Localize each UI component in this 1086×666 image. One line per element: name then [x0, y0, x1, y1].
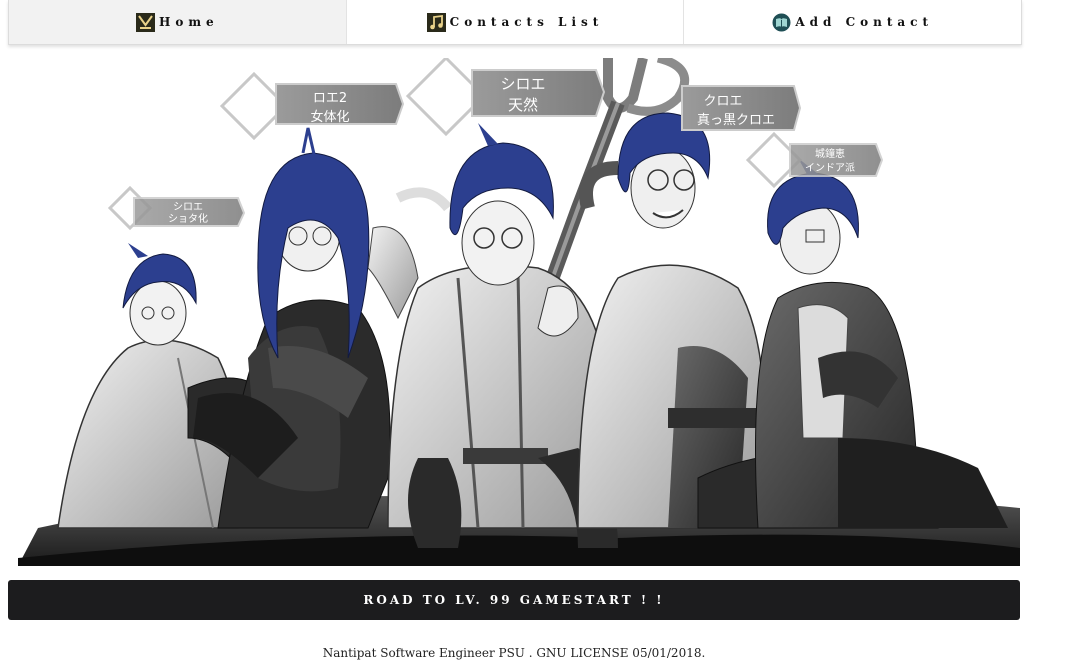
tag-1-line1: シロエ: [173, 202, 203, 213]
hero-illustration: シロエ ショタ化 ロエ2 女体化 シロエ 天然 クロエ 真っ黒クロエ 城鐘恵 イ…: [18, 58, 1020, 566]
nav-add-contact-label: Add Contact: [795, 15, 934, 29]
tag-2-line1: ロエ2: [313, 91, 347, 106]
tag-3-line2: 天然: [508, 96, 538, 114]
game-start-label: ROAD TO LV. 99 GAMESTART ! !: [363, 593, 665, 607]
footer-text: Nantipat Software Engineer PSU . GNU LIC…: [322, 646, 706, 660]
game-start-button[interactable]: ROAD TO LV. 99 GAMESTART ! !: [8, 580, 1020, 620]
nav-contacts-list-label: Contacts List: [449, 15, 604, 29]
tag-2-line2: 女体化: [310, 109, 349, 125]
guild-crest-icon: [135, 12, 155, 32]
music-note-icon: [426, 12, 446, 32]
character-tag-4: クロエ 真っ黒クロエ: [681, 85, 802, 131]
tag-4-line1: クロエ: [703, 94, 742, 109]
nav-contacts-list[interactable]: Contacts List: [347, 0, 685, 44]
top-nav: Home Contacts List Add Contact: [8, 0, 1022, 45]
tag-5-line2: インドア派: [805, 162, 855, 174]
tag-5-line1: 城鐘恵: [815, 147, 845, 160]
character-tag-3: シロエ 天然: [405, 58, 606, 137]
nav-home[interactable]: Home: [9, 0, 347, 44]
tag-3-line1: シロエ: [500, 75, 545, 93]
tag-4-line2: 真っ黒クロエ: [697, 113, 775, 128]
nav-add-contact[interactable]: Add Contact: [684, 0, 1021, 44]
character-5: [755, 158, 1008, 529]
book-icon: [772, 13, 791, 31]
character-tag-2: ロエ2 女体化: [219, 71, 405, 141]
character-tag-1: シロエ ショタ化: [107, 185, 246, 231]
nav-home-label: Home: [158, 15, 219, 29]
tag-1-line2: ショタ化: [168, 212, 208, 225]
